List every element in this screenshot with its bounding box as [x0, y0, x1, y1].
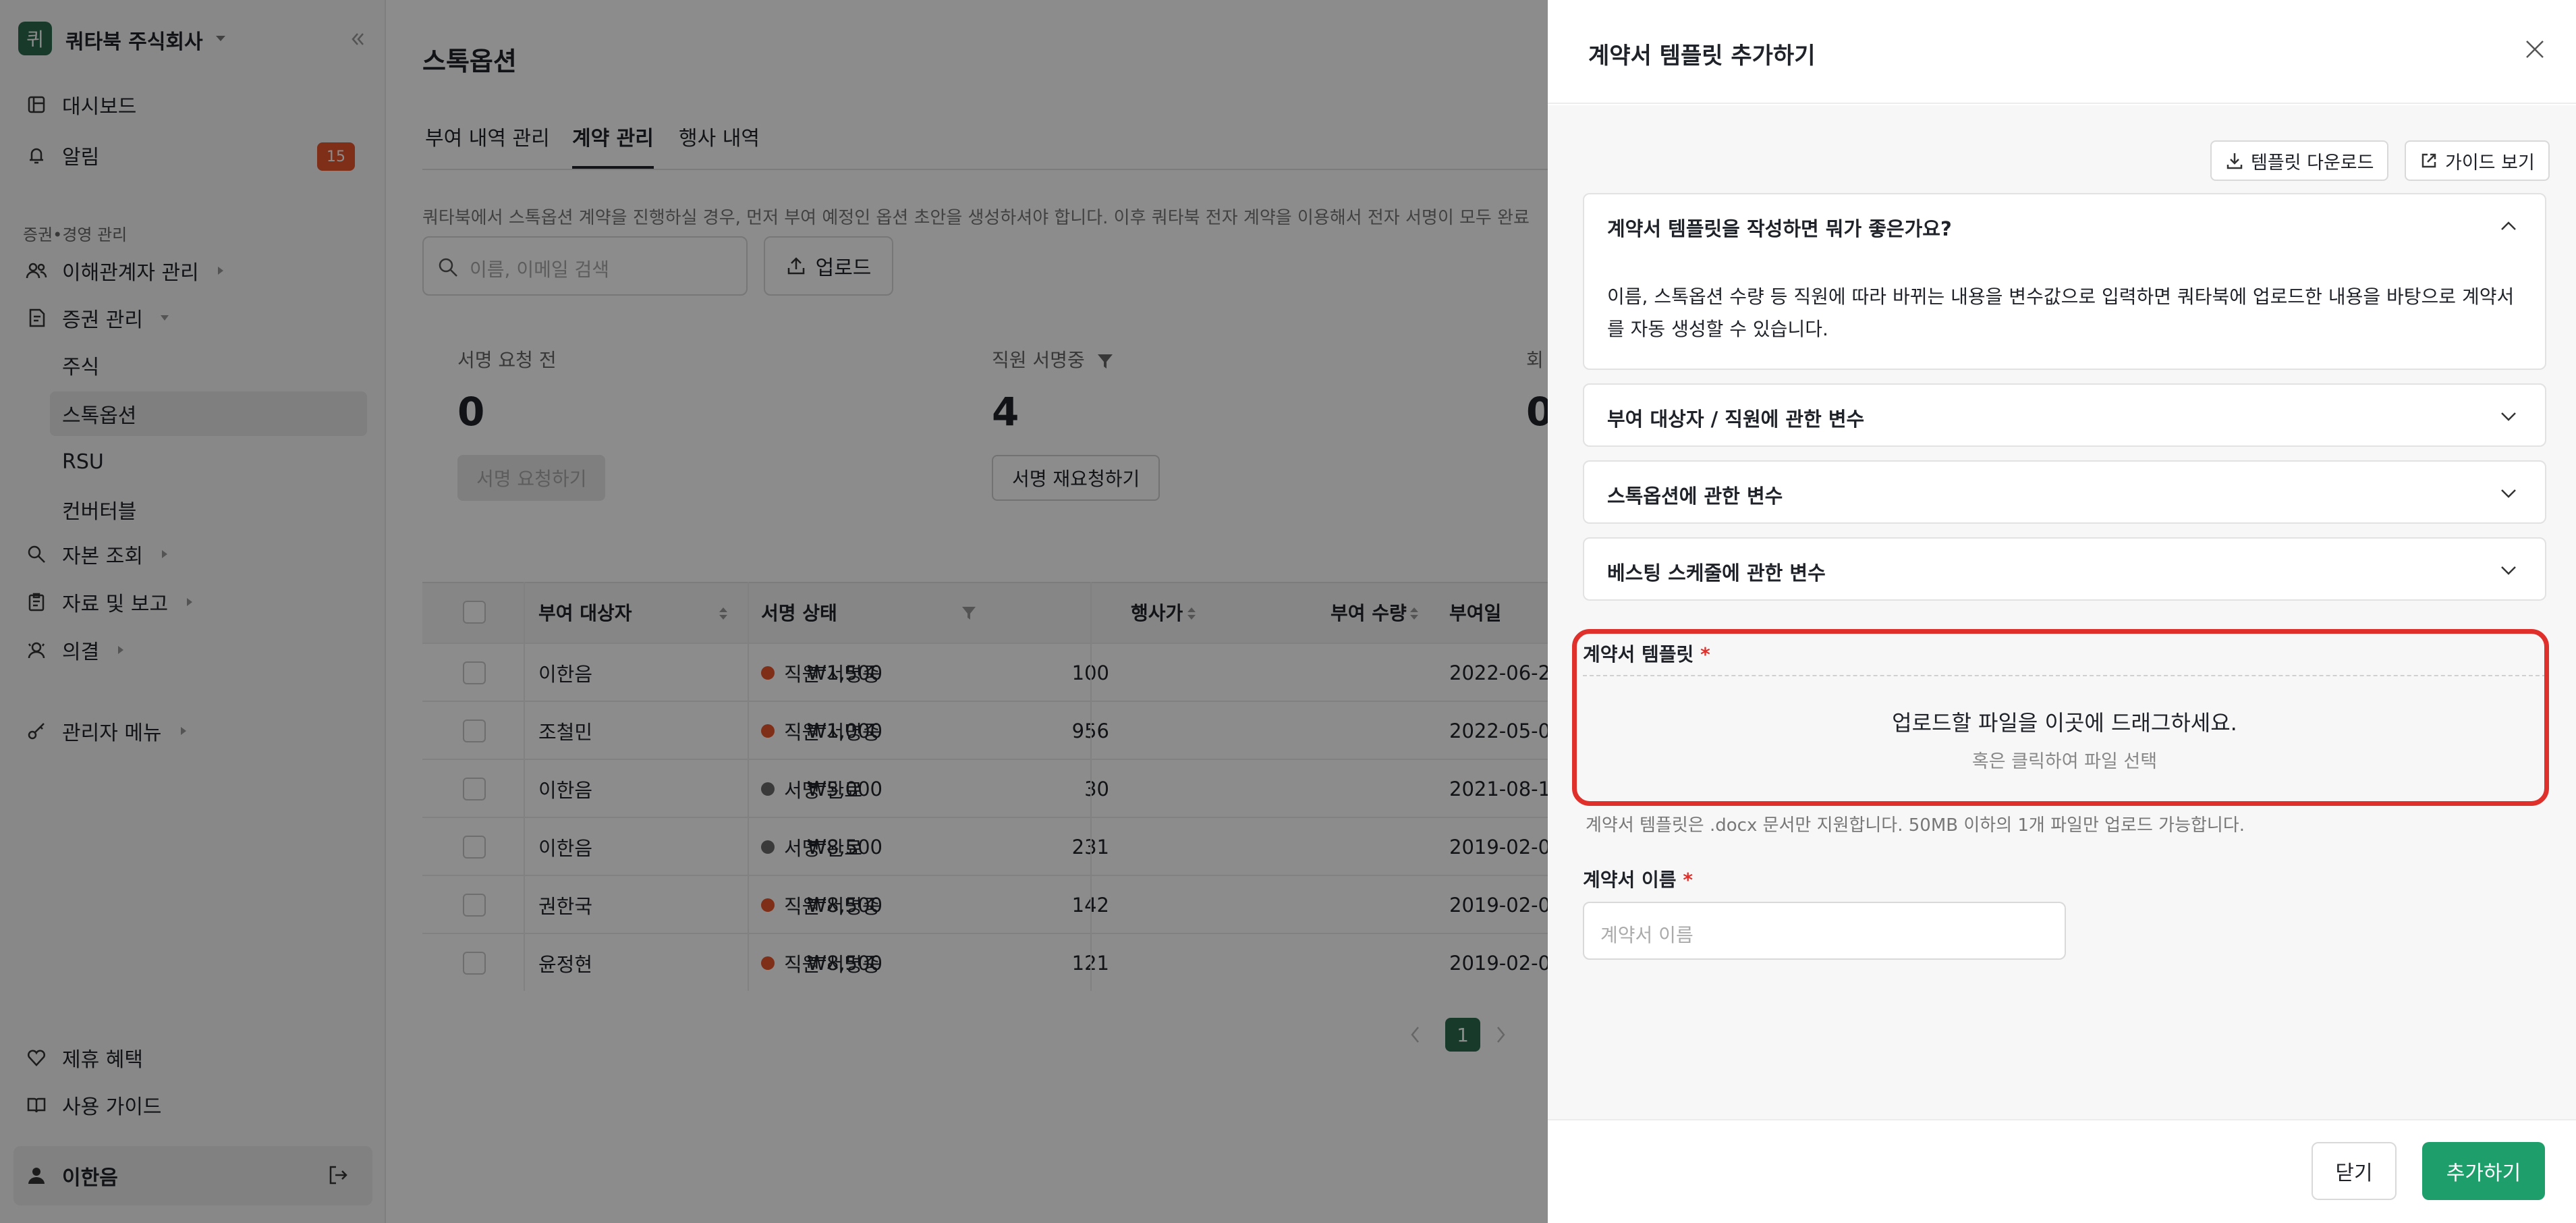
accordion-vesting-variables[interactable]: 베스팅 스케줄에 관한 변수	[1583, 537, 2546, 601]
accordion-title: 부여 대상자 / 직원에 관한 변수	[1607, 408, 1865, 431]
download-template-label: 템플릿 다운로드	[2251, 152, 2374, 173]
faq-body: 이름, 스톡옵션 수량 등 직원에 따라 바뀌는 내용을 변수값으로 입력하면 …	[1607, 286, 2515, 340]
accordion-title: 베스팅 스케줄에 관한 변수	[1607, 562, 1826, 585]
download-template-button[interactable]: 템플릿 다운로드	[2210, 140, 2389, 181]
faq-title: 계약서 템플릿을 작성하면 뭐가 좋은가요?	[1607, 217, 1952, 240]
add-button[interactable]: 추가하기	[2422, 1142, 2545, 1200]
accordion-stock-option-variables[interactable]: 스톡옵션에 관한 변수	[1583, 460, 2546, 524]
modal-backdrop[interactable]	[0, 0, 1548, 1223]
close-icon[interactable]	[2523, 38, 2546, 61]
view-guide-label: 가이드 보기	[2445, 152, 2535, 173]
chevron-down-icon	[2501, 489, 2516, 498]
name-label: 계약서 이름 *	[1583, 869, 1693, 891]
template-hint: 계약서 템플릿은 .docx 문서만 지원합니다. 50MB 이하의 1개 파일…	[1586, 815, 2245, 836]
faq-accordion[interactable]: 계약서 템플릿을 작성하면 뭐가 좋은가요? 이름, 스톡옵션 수량 등 직원에…	[1583, 193, 2546, 370]
external-link-icon	[2421, 153, 2436, 168]
contract-name-input[interactable]: 계약서 이름	[1583, 902, 2066, 960]
chevron-up-icon[interactable]	[2499, 216, 2518, 235]
close-button[interactable]: 닫기	[2312, 1142, 2397, 1200]
accordion-title: 스톡옵션에 관한 변수	[1607, 485, 1783, 508]
highlight-box	[1572, 629, 2549, 806]
drawer-title: 계약서 템플릿 추가하기	[1588, 43, 1816, 70]
chevron-down-icon	[2501, 566, 2516, 575]
drawer-header: 계약서 템플릿 추가하기	[1548, 0, 2576, 104]
view-guide-button[interactable]: 가이드 보기	[2405, 140, 2550, 181]
download-icon	[2227, 153, 2243, 169]
contract-name-placeholder: 계약서 이름	[1600, 924, 1693, 946]
accordion-grantee-variables[interactable]: 부여 대상자 / 직원에 관한 변수	[1583, 383, 2546, 447]
add-template-drawer: 계약서 템플릿 추가하기 템플릿 다운로드 가이드 보기 계약서 템플릿을 작성…	[1548, 0, 2576, 1223]
chevron-down-icon	[2501, 412, 2516, 421]
